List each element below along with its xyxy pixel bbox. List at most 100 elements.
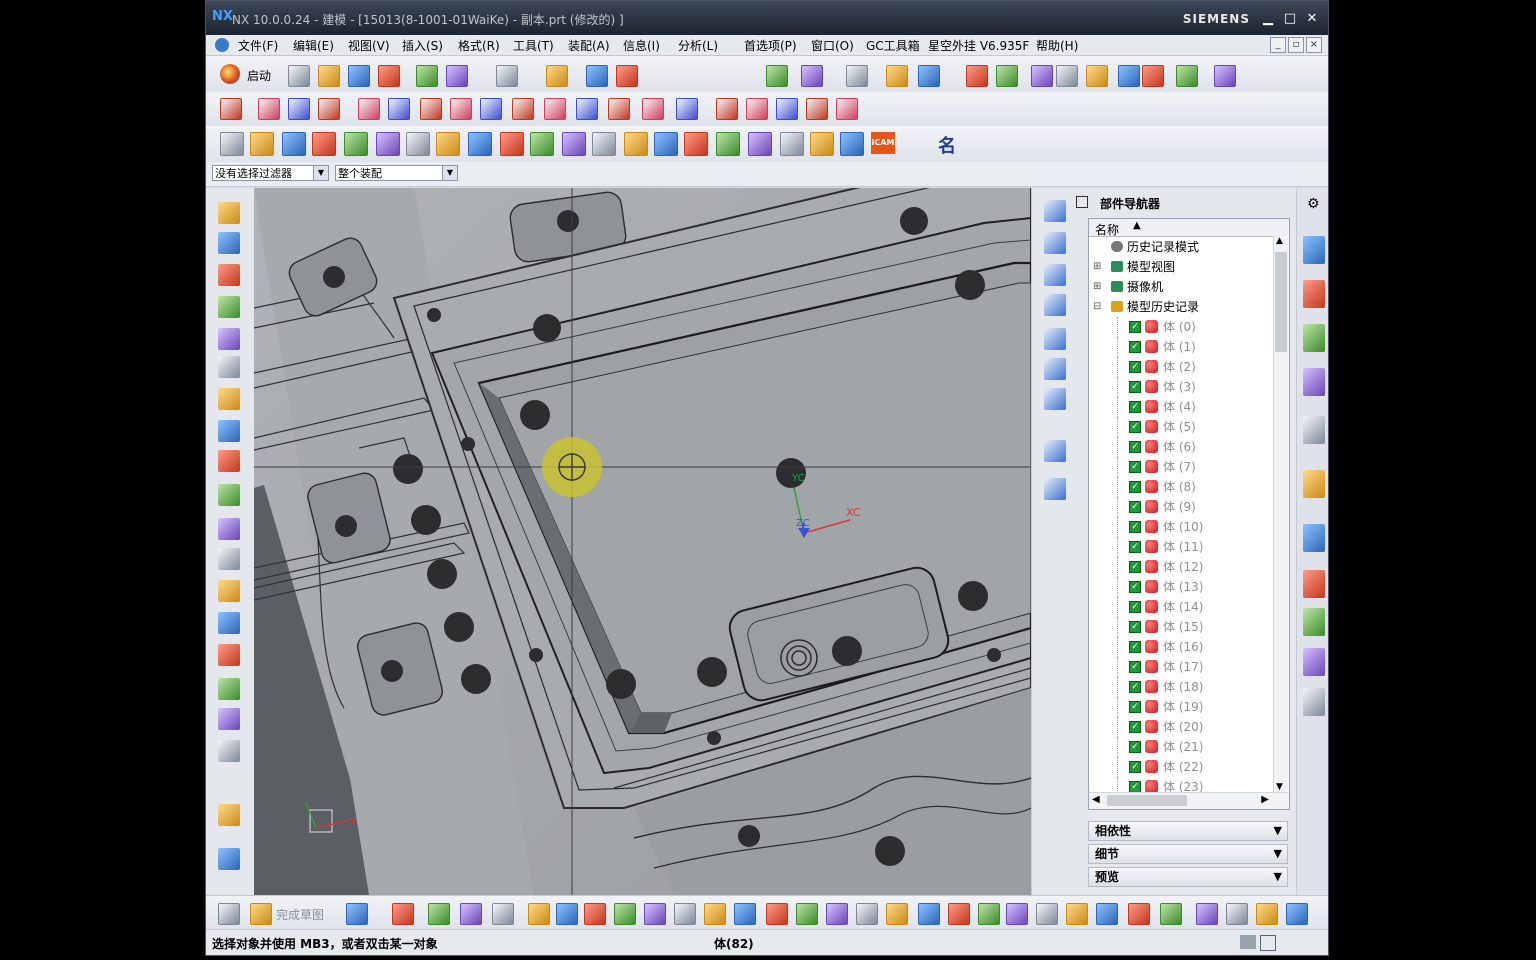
feature-tool-7-icon[interactable] bbox=[218, 388, 240, 410]
sketch-tool-3-icon[interactable] bbox=[346, 903, 368, 925]
body-row[interactable]: ✓ 体 (7) bbox=[1089, 457, 1273, 477]
resource-tab-10-icon[interactable] bbox=[1303, 648, 1325, 676]
mold-tool-1-icon[interactable] bbox=[220, 132, 244, 156]
standard-tool-9-icon[interactable] bbox=[586, 65, 608, 87]
curve-tool-19-icon[interactable] bbox=[806, 98, 828, 120]
curve-tool-17-icon[interactable] bbox=[746, 98, 768, 120]
visibility-checkbox[interactable]: ✓ bbox=[1129, 541, 1141, 553]
visibility-checkbox[interactable]: ✓ bbox=[1129, 581, 1141, 593]
resource-tab-5-icon[interactable] bbox=[1303, 416, 1325, 444]
surface-tool-5-icon[interactable] bbox=[1044, 328, 1066, 350]
mold-tool-5-icon[interactable] bbox=[344, 132, 368, 156]
feature-tool-3-icon[interactable] bbox=[218, 264, 240, 286]
title-bar[interactable]: NX NX 10.0.0.24 - 建模 - [15013(8-1001-01W… bbox=[206, 1, 1328, 35]
standard-tool-1-icon[interactable] bbox=[288, 65, 310, 87]
doc-restore-button[interactable]: ▫ bbox=[1288, 37, 1304, 53]
curve-tool-5-icon[interactable] bbox=[358, 98, 380, 120]
visibility-checkbox[interactable]: ✓ bbox=[1129, 321, 1141, 333]
body-row[interactable]: ✓ 体 (14) bbox=[1089, 597, 1273, 617]
resource-tab-11-icon[interactable] bbox=[1303, 688, 1325, 716]
doc-minimize-button[interactable]: _ bbox=[1270, 37, 1286, 53]
sketch-tool-7-icon[interactable] bbox=[492, 903, 514, 925]
sketch-tool-33-icon[interactable] bbox=[1286, 903, 1308, 925]
visibility-checkbox[interactable]: ✓ bbox=[1129, 521, 1141, 533]
mold-tool-19-icon[interactable] bbox=[780, 132, 804, 156]
body-row[interactable]: ✓ 体 (20) bbox=[1089, 717, 1273, 737]
feature-tool-9-icon[interactable] bbox=[218, 450, 240, 472]
body-row[interactable]: ✓ 体 (1) bbox=[1089, 337, 1273, 357]
standard-tool-23-icon[interactable] bbox=[1176, 65, 1198, 87]
curve-tool-11-icon[interactable] bbox=[544, 98, 566, 120]
menu-preferences[interactable]: 首选项(P) bbox=[744, 37, 797, 54]
menu-gc-toolbox[interactable]: GC工具箱 bbox=[866, 37, 920, 54]
body-row[interactable]: ✓ 体 (4) bbox=[1089, 397, 1273, 417]
resource-tab-9-icon[interactable] bbox=[1303, 608, 1325, 636]
mold-tool-6-icon[interactable] bbox=[376, 132, 400, 156]
app-menu-icon[interactable] bbox=[215, 38, 229, 52]
feature-tool-1-icon[interactable] bbox=[218, 202, 240, 224]
close-button[interactable]: ✕ bbox=[1304, 11, 1320, 27]
sketch-tool-8-icon[interactable] bbox=[528, 903, 550, 925]
feature-tool-8-icon[interactable] bbox=[218, 420, 240, 442]
feature-tool-2-icon[interactable] bbox=[218, 232, 240, 254]
sketch-tool-9-icon[interactable] bbox=[556, 903, 578, 925]
curve-tool-1-icon[interactable] bbox=[220, 98, 242, 120]
sketch-tool-23-icon[interactable] bbox=[978, 903, 1000, 925]
scroll-up-icon[interactable]: ▲ bbox=[1276, 236, 1283, 246]
curve-tool-16-icon[interactable] bbox=[716, 98, 738, 120]
standard-tool-2-icon[interactable] bbox=[318, 65, 340, 87]
expand-icon[interactable]: ⊞ bbox=[1093, 257, 1101, 277]
feature-tool-16-icon[interactable] bbox=[218, 678, 240, 700]
body-row[interactable]: ✓ 体 (16) bbox=[1089, 637, 1273, 657]
mold-tool-4-icon[interactable] bbox=[312, 132, 336, 156]
sketch-tool-20-icon[interactable] bbox=[886, 903, 908, 925]
sketch-tool-32-icon[interactable] bbox=[1256, 903, 1278, 925]
curve-tool-20-icon[interactable] bbox=[836, 98, 858, 120]
mold-tool-8-icon[interactable] bbox=[436, 132, 460, 156]
mold-tool-18-icon[interactable] bbox=[748, 132, 772, 156]
column-header[interactable]: 名称 ▲ bbox=[1089, 219, 1289, 237]
standard-tool-13-icon[interactable] bbox=[846, 65, 868, 87]
visibility-checkbox[interactable]: ✓ bbox=[1129, 701, 1141, 713]
standard-tool-6-icon[interactable] bbox=[446, 65, 468, 87]
mold-tool-12-icon[interactable] bbox=[562, 132, 586, 156]
visibility-checkbox[interactable]: ✓ bbox=[1129, 681, 1141, 693]
resource-tab-6-icon[interactable] bbox=[1303, 470, 1325, 498]
sketch-tool-30-icon[interactable] bbox=[1196, 903, 1218, 925]
visibility-checkbox[interactable]: ✓ bbox=[1129, 341, 1141, 353]
body-row[interactable]: ✓ 体 (8) bbox=[1089, 477, 1273, 497]
feature-tool-10-icon[interactable] bbox=[218, 484, 240, 506]
minimize-button[interactable]: ▁ bbox=[1260, 11, 1276, 27]
tree-horizontal-scrollbar[interactable]: ◀ ▶ bbox=[1089, 792, 1289, 809]
sketch-tool-15-icon[interactable] bbox=[734, 903, 756, 925]
standard-tool-21-icon[interactable] bbox=[1118, 65, 1140, 87]
surface-tool-4-icon[interactable] bbox=[1044, 294, 1066, 316]
sketch-tool-14-icon[interactable] bbox=[704, 903, 726, 925]
standard-tool-20-icon[interactable] bbox=[1086, 65, 1108, 87]
dependencies-section[interactable]: 相依性 ▼ bbox=[1088, 821, 1288, 841]
sketch-tool-12-icon[interactable] bbox=[644, 903, 666, 925]
feature-tool-15-icon[interactable] bbox=[218, 644, 240, 666]
sketch-tool-4-icon[interactable] bbox=[392, 903, 414, 925]
menu-view[interactable]: 视图(V) bbox=[348, 37, 390, 54]
visibility-checkbox[interactable]: ✓ bbox=[1129, 721, 1141, 733]
menu-tools[interactable]: 工具(T) bbox=[513, 37, 554, 54]
sketch-tool-31-icon[interactable] bbox=[1226, 903, 1248, 925]
menu-edit[interactable]: 编辑(E) bbox=[293, 37, 334, 54]
standard-tool-16-icon[interactable] bbox=[966, 65, 988, 87]
feature-tool-12-icon[interactable] bbox=[218, 548, 240, 570]
sketch-tool-24-icon[interactable] bbox=[1006, 903, 1028, 925]
body-row[interactable]: ✓ 体 (0) bbox=[1089, 317, 1273, 337]
tree-vertical-scrollbar[interactable]: ▲ ▼ bbox=[1273, 236, 1289, 792]
visibility-checkbox[interactable]: ✓ bbox=[1129, 601, 1141, 613]
visibility-checkbox[interactable]: ✓ bbox=[1129, 481, 1141, 493]
mold-tool-13-icon[interactable] bbox=[592, 132, 616, 156]
curve-tool-3-icon[interactable] bbox=[288, 98, 310, 120]
visibility-checkbox[interactable]: ✓ bbox=[1129, 661, 1141, 673]
fullscreen-icon[interactable] bbox=[1260, 935, 1276, 951]
curve-tool-4-icon[interactable] bbox=[318, 98, 340, 120]
sketch-tool-21-icon[interactable] bbox=[918, 903, 940, 925]
sketch-tool-27-icon[interactable] bbox=[1096, 903, 1118, 925]
standard-tool-7-icon[interactable] bbox=[496, 65, 518, 87]
feature-tool-19-icon[interactable] bbox=[218, 804, 240, 826]
